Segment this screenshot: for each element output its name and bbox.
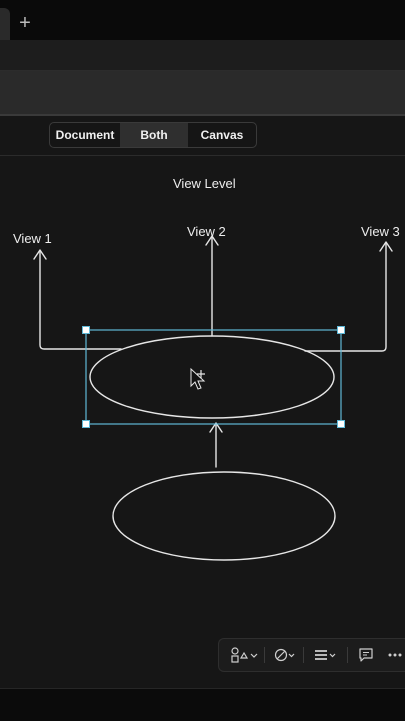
move-cursor-icon — [190, 367, 206, 390]
view3-label[interactable]: View 3 — [361, 224, 400, 239]
toolbar-separator — [264, 647, 265, 663]
document-header — [0, 71, 405, 114]
toolbar-separator — [303, 647, 304, 663]
view-mode-document[interactable]: Document — [50, 123, 120, 147]
canvas-toolbar — [218, 638, 405, 672]
view1-label[interactable]: View 1 — [13, 231, 52, 246]
browser-tab[interactable] — [0, 8, 10, 40]
resize-handle[interactable] — [337, 420, 345, 428]
connector-style-icon[interactable] — [274, 639, 296, 671]
more-icon[interactable] — [387, 639, 403, 671]
view-mode-canvas[interactable]: Canvas — [188, 123, 256, 147]
view-mode-switcher: Document Both Canvas — [49, 122, 257, 148]
bottom-bar — [0, 688, 405, 721]
upper-ellipse[interactable] — [89, 335, 335, 419]
diagram-title[interactable]: View Level — [173, 176, 236, 191]
stroke-lines-icon[interactable] — [313, 639, 339, 671]
selection-box[interactable] — [82, 326, 345, 428]
divider — [0, 114, 405, 116]
tab-bar: + — [0, 0, 405, 40]
lower-ellipse[interactable] — [112, 471, 336, 561]
arrow-to-view3[interactable] — [304, 243, 387, 352]
plus-icon[interactable]: + — [14, 12, 36, 34]
comment-icon[interactable] — [358, 639, 374, 671]
resize-handle[interactable] — [82, 326, 90, 334]
view-mode-both[interactable]: Both — [120, 123, 188, 147]
shapes-icon[interactable] — [230, 639, 258, 671]
arrow-to-view1[interactable] — [39, 251, 122, 350]
resize-handle[interactable] — [82, 420, 90, 428]
toolbar-separator — [347, 647, 348, 663]
view2-label[interactable]: View 2 — [187, 224, 226, 239]
toolbar-strip — [0, 40, 405, 71]
resize-handle[interactable] — [337, 326, 345, 334]
